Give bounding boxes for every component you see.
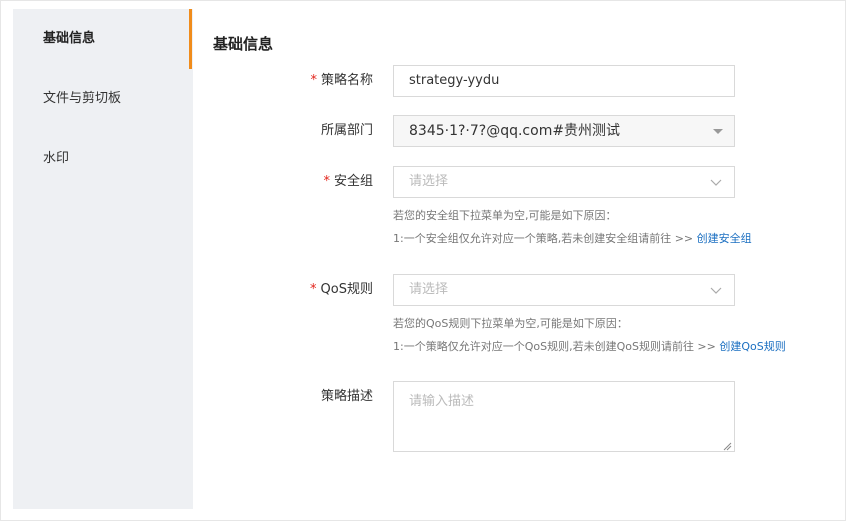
qos-placeholder: 请选择 xyxy=(409,282,449,297)
name-label: * 策略名称 xyxy=(310,73,373,88)
page-frame: 基础信息 文件与剪切板 水印 基础信息 * 策略名称 strategy-yydu … xyxy=(0,0,846,521)
department-select[interactable]: 8345·1?·7?@qq.com#贵州测试 xyxy=(393,115,735,147)
active-tab-indicator xyxy=(189,9,192,69)
qos-hint-2: 1:一个策略仅允许对应一个QoS规则,若未创建QoS规则请前往 >> 创建QoS… xyxy=(393,340,786,353)
qos-hint-1: 若您的QoS规则下拉菜单为空,可能是如下原因： xyxy=(393,317,628,330)
security-group-select[interactable]: 请选择 xyxy=(393,166,735,198)
section-title: 基础信息 xyxy=(213,35,274,53)
department-value: 8345·1?·7?@qq.com#贵州测试 xyxy=(409,123,621,139)
sidebar-item-basic-info[interactable]: 基础信息 xyxy=(13,9,193,69)
sidebar-item-label: 基础信息 xyxy=(43,31,96,46)
required-mark: * xyxy=(323,174,330,189)
policy-name-input[interactable]: strategy-yydu xyxy=(393,65,735,97)
sidebar: 基础信息 文件与剪切板 水印 xyxy=(13,9,193,509)
sidebar-item-label: 水印 xyxy=(43,151,70,166)
resize-handle-icon[interactable] xyxy=(723,440,732,451)
security-group-hint-1: 若您的安全组下拉菜单为空,可能是如下原因： xyxy=(393,209,617,222)
create-security-group-link[interactable]: 创建安全组 xyxy=(697,232,752,245)
create-qos-link[interactable]: 创建QoS规则 xyxy=(719,340,785,353)
description-label: 策略描述 xyxy=(320,389,373,404)
security-group-hint-2: 1:一个安全组仅允许对应一个策略,若未创建安全组请前往 >> 创建安全组 xyxy=(393,232,752,245)
policy-name-value: strategy-yydu xyxy=(409,73,500,88)
qos-label: * QoS规则 xyxy=(310,282,373,297)
security-group-label: * 安全组 xyxy=(323,174,373,189)
sidebar-item-file-clipboard[interactable]: 文件与剪切板 xyxy=(13,69,193,129)
description-placeholder: 请输入描述 xyxy=(409,394,475,409)
required-mark: * xyxy=(310,73,317,88)
chevron-down-icon xyxy=(710,284,722,296)
qos-select[interactable]: 请选择 xyxy=(393,274,735,306)
sidebar-item-watermark[interactable]: 水印 xyxy=(13,129,193,189)
department-label: 所属部门 xyxy=(320,123,373,138)
description-textarea[interactable]: 请输入描述 xyxy=(393,381,735,452)
required-mark: * xyxy=(310,282,317,297)
sidebar-item-label: 文件与剪切板 xyxy=(43,91,122,106)
caret-down-icon xyxy=(713,129,723,134)
chevron-down-icon xyxy=(710,176,722,188)
security-group-placeholder: 请选择 xyxy=(409,174,449,189)
main-panel: 基础信息 * 策略名称 strategy-yydu 所属部门 8345·1?·7?… xyxy=(193,9,845,519)
